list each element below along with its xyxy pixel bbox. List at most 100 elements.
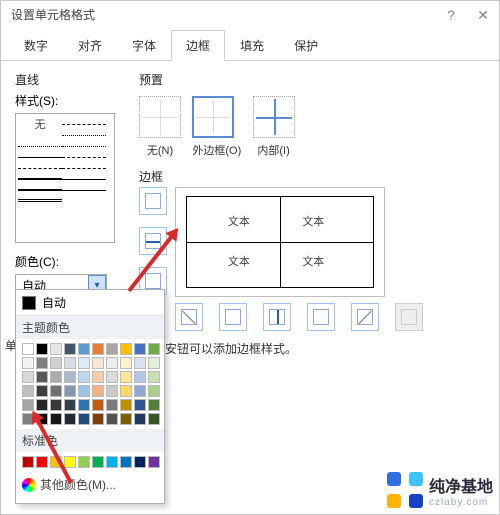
more-colors-row[interactable]: 其他颜色(M)... — [16, 472, 164, 497]
color-swatch[interactable] — [134, 371, 146, 383]
color-swatch[interactable] — [106, 385, 118, 397]
color-swatch[interactable] — [64, 343, 76, 355]
color-swatch[interactable] — [50, 343, 62, 355]
color-swatch[interactable] — [134, 343, 146, 355]
color-swatch[interactable] — [36, 385, 48, 397]
color-swatch[interactable] — [22, 399, 34, 411]
color-swatch[interactable] — [78, 413, 90, 425]
color-swatch[interactable] — [78, 343, 90, 355]
color-swatch[interactable] — [148, 456, 160, 468]
color-swatch[interactable] — [50, 385, 62, 397]
line-style-item[interactable] — [62, 124, 106, 125]
color-swatch[interactable] — [64, 357, 76, 369]
color-swatch[interactable] — [78, 371, 90, 383]
color-swatch[interactable] — [50, 399, 62, 411]
color-swatch[interactable] — [22, 371, 34, 383]
close-button[interactable]: ✕ — [471, 1, 495, 29]
color-auto-row[interactable]: 自动 — [16, 290, 164, 316]
color-swatch[interactable] — [22, 385, 34, 397]
tab-fill[interactable]: 填充 — [225, 30, 279, 61]
color-swatch[interactable] — [64, 399, 76, 411]
color-swatch[interactable] — [106, 413, 118, 425]
line-style-item[interactable] — [62, 135, 106, 136]
color-swatch[interactable] — [148, 343, 160, 355]
color-swatch[interactable] — [106, 399, 118, 411]
tab-number[interactable]: 数字 — [9, 30, 63, 61]
color-swatch[interactable] — [50, 357, 62, 369]
help-button[interactable]: ? — [439, 1, 463, 29]
color-swatch[interactable] — [78, 456, 90, 468]
line-style-item[interactable] — [62, 179, 106, 180]
color-swatch[interactable] — [22, 357, 34, 369]
line-style-item[interactable] — [18, 168, 62, 169]
color-swatch[interactable] — [92, 399, 104, 411]
line-style-item[interactable] — [62, 190, 106, 191]
color-swatch[interactable] — [22, 343, 34, 355]
color-swatch[interactable] — [64, 385, 76, 397]
border-none-small-button[interactable] — [395, 303, 423, 331]
color-swatch[interactable] — [120, 357, 132, 369]
tab-border[interactable]: 边框 — [171, 30, 225, 61]
line-style-item[interactable] — [18, 199, 62, 202]
color-swatch[interactable] — [92, 413, 104, 425]
color-swatch[interactable] — [92, 371, 104, 383]
color-swatch[interactable] — [92, 456, 104, 468]
color-swatch[interactable] — [134, 385, 146, 397]
color-swatch[interactable] — [36, 456, 48, 468]
color-swatch[interactable] — [36, 343, 48, 355]
color-swatch[interactable] — [92, 357, 104, 369]
tab-protect[interactable]: 保护 — [279, 30, 333, 61]
color-swatch[interactable] — [106, 371, 118, 383]
border-right-button[interactable] — [307, 303, 335, 331]
color-swatch[interactable] — [120, 343, 132, 355]
color-swatch[interactable] — [148, 413, 160, 425]
color-swatch[interactable] — [36, 371, 48, 383]
line-style-list[interactable]: 无 — [15, 113, 115, 243]
color-swatch[interactable] — [134, 456, 146, 468]
border-left-button[interactable] — [219, 303, 247, 331]
preset-inner[interactable]: 内部(I) — [253, 96, 295, 158]
color-swatch[interactable] — [106, 456, 118, 468]
line-style-item[interactable] — [18, 157, 62, 158]
color-swatch[interactable] — [106, 343, 118, 355]
color-swatch[interactable] — [50, 413, 62, 425]
line-style-item[interactable] — [62, 168, 106, 169]
color-swatch[interactable] — [148, 357, 160, 369]
line-style-item[interactable] — [18, 178, 62, 180]
color-swatch[interactable] — [92, 385, 104, 397]
color-swatch[interactable] — [50, 371, 62, 383]
color-swatch[interactable] — [134, 399, 146, 411]
color-swatch[interactable] — [148, 385, 160, 397]
color-swatch[interactable] — [106, 357, 118, 369]
color-swatch[interactable] — [64, 371, 76, 383]
border-mid-v-button[interactable] — [263, 303, 291, 331]
tab-align[interactable]: 对齐 — [63, 30, 117, 61]
border-diag-down-button[interactable] — [351, 303, 379, 331]
preset-none[interactable]: 无(N) — [139, 96, 181, 158]
color-swatch[interactable] — [148, 371, 160, 383]
color-swatch[interactable] — [120, 385, 132, 397]
color-swatch[interactable] — [120, 456, 132, 468]
preset-outer[interactable]: 外边框(O) — [192, 96, 241, 158]
color-swatch[interactable] — [22, 456, 34, 468]
color-swatch[interactable] — [120, 413, 132, 425]
color-swatch[interactable] — [148, 399, 160, 411]
border-top-button[interactable] — [139, 187, 167, 215]
line-style-item[interactable] — [18, 146, 62, 147]
line-style-item[interactable] — [62, 157, 106, 158]
color-swatch[interactable] — [78, 385, 90, 397]
line-style-item[interactable] — [18, 189, 62, 191]
border-diag-up-button[interactable] — [175, 303, 203, 331]
color-swatch[interactable] — [134, 357, 146, 369]
line-style-none[interactable]: 无 — [18, 118, 62, 132]
color-swatch[interactable] — [78, 399, 90, 411]
tab-font[interactable]: 字体 — [117, 30, 171, 61]
color-swatch[interactable] — [120, 399, 132, 411]
color-swatch[interactable] — [64, 413, 76, 425]
color-swatch[interactable] — [36, 357, 48, 369]
line-style-item[interactable] — [62, 146, 106, 147]
color-swatch[interactable] — [92, 343, 104, 355]
color-swatch[interactable] — [64, 456, 76, 468]
color-swatch[interactable] — [134, 413, 146, 425]
color-swatch[interactable] — [120, 371, 132, 383]
